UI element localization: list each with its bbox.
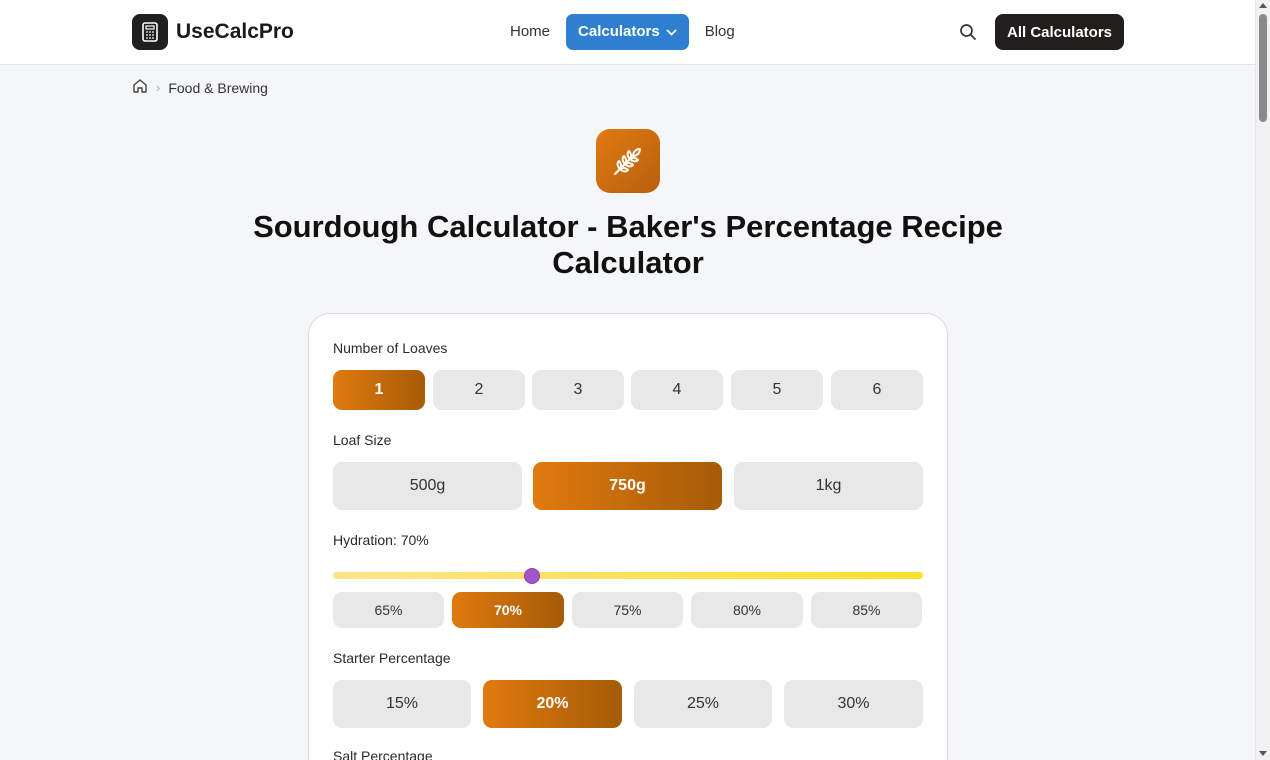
starter-option-30[interactable]: 30%: [784, 680, 923, 728]
starter-option-25[interactable]: 25%: [634, 680, 772, 728]
loaves-label: Number of Loaves: [333, 340, 448, 356]
wheat-icon: [596, 129, 660, 193]
hydration-label: Hydration: 70%: [333, 532, 429, 548]
logo-text: UseCalcPro: [176, 20, 294, 43]
scroll-thumb[interactable]: [1259, 14, 1267, 122]
loaf-size-1kg[interactable]: 1kg: [734, 462, 923, 510]
loaves-option-1[interactable]: 1: [333, 370, 425, 410]
nav-calculators-dropdown[interactable]: Calculators: [566, 14, 689, 50]
scroll-up-arrow-icon[interactable]: [1259, 3, 1267, 8]
chevron-right-icon: ›: [156, 80, 161, 95]
hydration-slider-thumb[interactable]: [524, 568, 540, 584]
chevron-down-icon: [666, 28, 677, 36]
starter-label: Starter Percentage: [333, 650, 451, 666]
starter-option-15[interactable]: 15%: [333, 680, 471, 728]
search-icon[interactable]: [959, 23, 977, 41]
loaf-size-500g[interactable]: 500g: [333, 462, 522, 510]
hydration-preset-75[interactable]: 75%: [572, 592, 683, 628]
logo[interactable]: UseCalcPro: [132, 14, 294, 50]
loaf-size-750g[interactable]: 750g: [533, 462, 722, 510]
scroll-down-arrow-icon[interactable]: [1259, 751, 1267, 756]
page-title: Sourdough Calculator - Baker's Percentag…: [253, 209, 1003, 280]
nav-home[interactable]: Home: [499, 14, 561, 50]
calculator-card: Number of Loaves 1 2 3 4 5 6 Loaf Size 5…: [308, 313, 948, 760]
hydration-slider-track[interactable]: [333, 572, 923, 579]
hydration-preset-80[interactable]: 80%: [691, 592, 803, 628]
starter-option-20[interactable]: 20%: [483, 680, 622, 728]
site-header: UseCalcPro Home Calculators Blog All Cal…: [0, 0, 1255, 65]
home-icon[interactable]: [132, 78, 148, 97]
loaves-option-6[interactable]: 6: [831, 370, 923, 410]
loaf-size-label: Loaf Size: [333, 432, 392, 448]
loaves-option-2[interactable]: 2: [433, 370, 525, 410]
calculator-icon: [132, 14, 168, 50]
breadcrumb-category[interactable]: Food & Brewing: [168, 80, 268, 96]
loaves-option-3[interactable]: 3: [532, 370, 624, 410]
salt-label: Salt Percentage: [333, 748, 433, 760]
main-nav: Home Calculators Blog: [499, 14, 746, 50]
nav-calculators-label: Calculators: [578, 23, 660, 40]
loaves-option-4[interactable]: 4: [631, 370, 723, 410]
breadcrumb: › Food & Brewing: [132, 78, 268, 97]
nav-blog[interactable]: Blog: [694, 14, 746, 50]
loaves-option-5[interactable]: 5: [731, 370, 823, 410]
hydration-preset-85[interactable]: 85%: [811, 592, 922, 628]
hydration-preset-70[interactable]: 70%: [452, 592, 564, 628]
scrollbar[interactable]: [1255, 0, 1270, 760]
hydration-preset-65[interactable]: 65%: [333, 592, 444, 628]
all-calculators-button[interactable]: All Calculators: [995, 14, 1124, 50]
